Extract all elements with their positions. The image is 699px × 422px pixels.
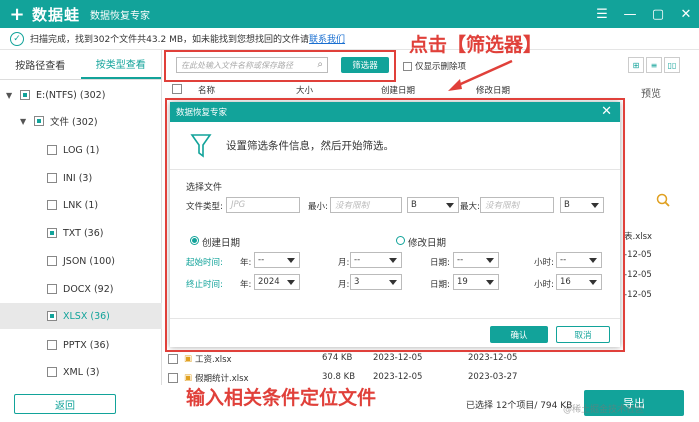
row-modified: 2023-12-05 — [468, 353, 518, 363]
row-checkbox[interactable] — [168, 354, 178, 364]
menu-icon[interactable]: ☰ — [595, 7, 609, 22]
tree-item-label: XLSX (36) — [63, 310, 110, 322]
table-row[interactable]: ▣ 工资.xlsx — [168, 353, 232, 365]
tree-item-xml[interactable]: XML (3) — [47, 359, 99, 385]
check-icon: ✓ — [10, 31, 24, 46]
app-logo-icon: + — [9, 3, 25, 25]
row-size: 674 KB — [322, 353, 353, 363]
header-modified[interactable]: 修改日期 — [476, 84, 510, 96]
scan-status: ✓ 扫描完成，找到302个文件共43.2 MB，如未能找到您想找回的文件请 联系… — [0, 28, 699, 50]
detail-view-icon[interactable]: ▯▯ — [664, 57, 680, 73]
app-name: 数据蛙 — [32, 5, 81, 24]
tree-checkbox[interactable] — [47, 367, 57, 377]
tree-checkbox[interactable] — [47, 284, 57, 294]
tree-item-json[interactable]: JSON (100) — [47, 248, 115, 274]
tree-checkbox[interactable] — [47, 340, 57, 350]
tree-item-label: LNK (1) — [63, 199, 99, 211]
tree-item-txt[interactable]: TXT (36) — [47, 220, 103, 246]
tree-checkbox[interactable] — [20, 90, 30, 100]
tree-checkbox[interactable] — [47, 145, 57, 155]
tree-item-log[interactable]: LOG (1) — [47, 137, 99, 163]
tree-item-label: INI (3) — [63, 172, 93, 184]
watermark: @稀土掘金技术社区 — [563, 405, 645, 415]
title-bar: + 数据蛙 数据恢复专家 ☰ — ▢ ✕ — [0, 0, 699, 28]
status-message: 扫描完成，找到302个文件共43.2 MB，如未能找到您想找回的文件请 — [30, 35, 310, 45]
row-created: 2023-12-05 — [373, 353, 423, 363]
tree-item-label: DOCX (92) — [63, 283, 114, 295]
view-mode-switch: ⊞ ≡ ▯▯ — [628, 57, 680, 73]
header-created[interactable]: 创建日期 — [381, 84, 415, 96]
tree-item-label: PPTX (36) — [63, 339, 110, 351]
tree-checkbox[interactable] — [47, 228, 57, 238]
tree-item-docx[interactable]: DOCX (92) — [47, 276, 113, 302]
bg-side-text: -12-05 — [624, 250, 652, 260]
tree-item-ini[interactable]: INI (3) — [47, 165, 92, 191]
row-modified: 2023-03-27 — [468, 372, 518, 382]
xlsx-file-icon: ▣ — [184, 354, 193, 364]
tree-item-drive[interactable]: ▼ E:(NTFS) (302) — [6, 82, 105, 108]
tab-by-type[interactable]: 按类型查看 — [80, 50, 161, 79]
grid-view-icon[interactable]: ⊞ — [628, 57, 644, 73]
tree-checkbox[interactable] — [47, 173, 57, 183]
row-name: 工资.xlsx — [195, 355, 232, 365]
show-deleted-checkbox[interactable] — [403, 61, 412, 71]
tree-item-xlsx[interactable]: XLSX (36) — [0, 303, 162, 329]
tree-item-label: XML (3) — [63, 366, 100, 378]
tree-item-label: E:(NTFS) (302) — [36, 89, 106, 101]
tree-item-pptx[interactable]: PPTX (36) — [47, 332, 109, 358]
maximize-icon[interactable]: ▢ — [651, 7, 665, 22]
back-button[interactable]: 返回 — [14, 394, 116, 414]
tree-item-label: LOG (1) — [63, 144, 100, 156]
tree-item-files[interactable]: ▼ 文件 (302) — [20, 108, 98, 134]
contact-link[interactable]: 联系我们 — [309, 32, 345, 45]
row-checkbox[interactable] — [168, 373, 178, 383]
annotation-highlight-dialog — [165, 98, 625, 352]
tree-checkbox[interactable] — [47, 256, 57, 266]
selection-summary: 已选择 12个项目/ 794 KB — [466, 401, 573, 411]
tree-checkbox[interactable] — [47, 200, 57, 210]
chevron-down-icon[interactable]: ▼ — [6, 91, 16, 100]
tree-item-lnk[interactable]: LNK (1) — [47, 192, 98, 218]
tree-checkbox[interactable] — [34, 116, 44, 126]
bg-side-text: -12-05 — [624, 290, 652, 300]
annotation-enter-conditions: 输入相关条件定位文件 — [186, 387, 377, 409]
row-size: 30.8 KB — [322, 372, 356, 382]
window-controls: ☰ — ▢ ✕ — [595, 0, 693, 28]
tab-by-path[interactable]: 按路径查看 — [0, 50, 81, 79]
file-table-header: 名称 大小 创建日期 修改日期 — [168, 82, 608, 99]
tree-item-label: JSON (100) — [63, 255, 115, 267]
app-subtitle: 数据恢复专家 — [90, 10, 151, 22]
minimize-icon[interactable]: — — [623, 7, 637, 22]
annotation-highlight-toolbar — [164, 50, 396, 82]
header-name[interactable]: 名称 — [198, 84, 215, 96]
list-view-icon[interactable]: ≡ — [646, 57, 662, 73]
preview-label: 预览 — [641, 89, 661, 100]
tree-checkbox[interactable] — [47, 311, 57, 321]
bg-side-text: -12-05 — [624, 270, 652, 280]
bg-side-text: 表.xlsx — [624, 232, 653, 242]
tree-item-label: TXT (36) — [63, 227, 104, 239]
tree-item-label: 文件 (302) — [50, 117, 98, 128]
header-size[interactable]: 大小 — [296, 84, 313, 96]
header-checkbox[interactable] — [172, 83, 188, 97]
zoom-icon[interactable] — [656, 193, 670, 207]
row-created: 2023-12-05 — [373, 372, 423, 382]
xlsx-file-icon: ▣ — [184, 373, 193, 383]
view-tabs: 按路径查看 按类型查看 — [0, 50, 161, 80]
chevron-down-icon[interactable]: ▼ — [20, 117, 30, 126]
annotation-click-filter: 点击【筛选器】 — [409, 34, 543, 56]
close-icon[interactable]: ✕ — [679, 7, 693, 22]
